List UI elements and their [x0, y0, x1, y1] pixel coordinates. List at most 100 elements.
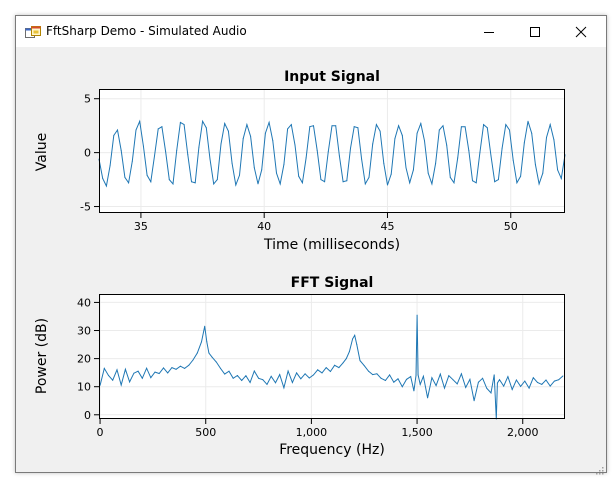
minimize-button[interactable]: [466, 16, 512, 47]
data-point: [192, 359, 194, 361]
data-point: [427, 397, 429, 399]
data-point: [415, 375, 417, 376]
data-point: [546, 137, 547, 138]
data-point: [413, 390, 415, 392]
data-point: [448, 375, 450, 377]
data-point: [163, 367, 164, 369]
data-point: [129, 381, 131, 383]
x-tick-label: 35: [134, 220, 148, 233]
data-point: [184, 367, 186, 369]
data-point: [527, 120, 529, 122]
data-point: [424, 140, 425, 142]
data-point: [165, 151, 167, 152]
data-point: [175, 368, 177, 370]
data-point: [465, 387, 467, 388]
data-point: [469, 378, 471, 380]
data-point: [227, 130, 229, 132]
data-point: [410, 376, 412, 378]
data-point: [449, 176, 451, 178]
input-signal-plot[interactable]: 35 40 45 50 -5 0 5 Input Signal Time (millisecon…: [17, 47, 605, 252]
data-point: [137, 370, 139, 372]
data-point: [224, 123, 226, 124]
maximize-icon: [530, 27, 540, 37]
data-point: [168, 179, 170, 181]
data-point: [139, 120, 141, 122]
data-point: [146, 367, 148, 369]
data-point: [348, 351, 350, 353]
window-title: FftSharp Demo - Simulated Audio: [46, 24, 247, 38]
x-tick-label: 0: [97, 426, 104, 439]
data-point: [283, 164, 285, 165]
chart-title: Input Signal: [284, 69, 380, 85]
data-point: [196, 352, 198, 354]
x-tick-label: 45: [380, 220, 394, 233]
data-point: [394, 138, 396, 140]
data-point: [246, 124, 248, 126]
data-point: [493, 374, 495, 376]
data-point: [109, 165, 111, 167]
data-point: [102, 178, 104, 179]
x-tick-label: 1,000: [296, 426, 328, 439]
data-point: [417, 374, 419, 376]
data-point: [384, 380, 386, 381]
data-point: [176, 150, 178, 151]
data-point: [538, 183, 540, 185]
input-signal-chart[interactable]: 35 40 45 50 -5 0 5 Input Signal Time (millisecon…: [17, 47, 605, 252]
data-point: [346, 180, 348, 182]
data-point: [486, 127, 488, 129]
x-axis-label: Frequency (Hz): [279, 442, 385, 457]
data-point: [117, 129, 118, 131]
data-point: [171, 367, 173, 369]
data-point: [553, 380, 555, 382]
data-point: [419, 383, 421, 385]
app-icon: [25, 25, 41, 39]
data-point: [439, 373, 441, 375]
data-point: [357, 127, 359, 129]
data-point: [279, 183, 281, 185]
data-point: [279, 374, 281, 376]
data-point: [356, 344, 358, 346]
data-point: [464, 126, 466, 128]
data-point: [208, 352, 210, 354]
data-point: [477, 381, 479, 383]
data-point: [150, 377, 152, 379]
app-window: FftSharp Demo - Simulated Audio 35 40 45 50…: [15, 15, 607, 475]
maximize-button[interactable]: [512, 16, 558, 47]
data-point: [490, 155, 492, 157]
fft-signal-plot[interactable]: 0 500 1,000 1,500 2,000 0 10 20 30 40 FFT Signal Fr…: [17, 252, 605, 457]
data-point: [435, 162, 437, 164]
x-tick-label: 500: [195, 426, 216, 439]
title-bar[interactable]: FftSharp Demo - Simulated Audio: [16, 16, 606, 47]
data-point: [335, 125, 337, 127]
data-point: [172, 183, 174, 185]
data-point: [161, 126, 163, 128]
resize-grip-icon[interactable]: [594, 460, 604, 475]
close-button[interactable]: [558, 16, 604, 47]
data-point: [389, 374, 391, 376]
data-point: [268, 121, 270, 123]
data-point: [531, 132, 533, 134]
data-point: [446, 144, 448, 146]
plot-area: [99, 89, 565, 213]
data-point: [213, 183, 215, 185]
data-point: [290, 124, 292, 126]
data-point: [261, 169, 263, 171]
data-point: [220, 367, 221, 369]
data-point: [398, 125, 400, 127]
data-point: [317, 369, 319, 371]
data-point: [105, 185, 107, 187]
data-point: [187, 154, 189, 156]
data-point: [505, 124, 507, 126]
data-point: [179, 365, 181, 367]
data-point: [191, 181, 192, 183]
data-point: [376, 373, 378, 375]
data-point: [516, 182, 518, 184]
fft-signal-chart[interactable]: 0 500 1,000 1,500 2,000 0 10 20 30 40 FFT Signal Fr…: [17, 252, 605, 457]
data-point: [438, 129, 440, 131]
data-point: [253, 370, 255, 372]
data-point: [380, 377, 382, 379]
data-point: [224, 373, 226, 375]
data-point: [308, 377, 310, 379]
data-point: [534, 164, 536, 165]
data-point: [304, 373, 306, 375]
